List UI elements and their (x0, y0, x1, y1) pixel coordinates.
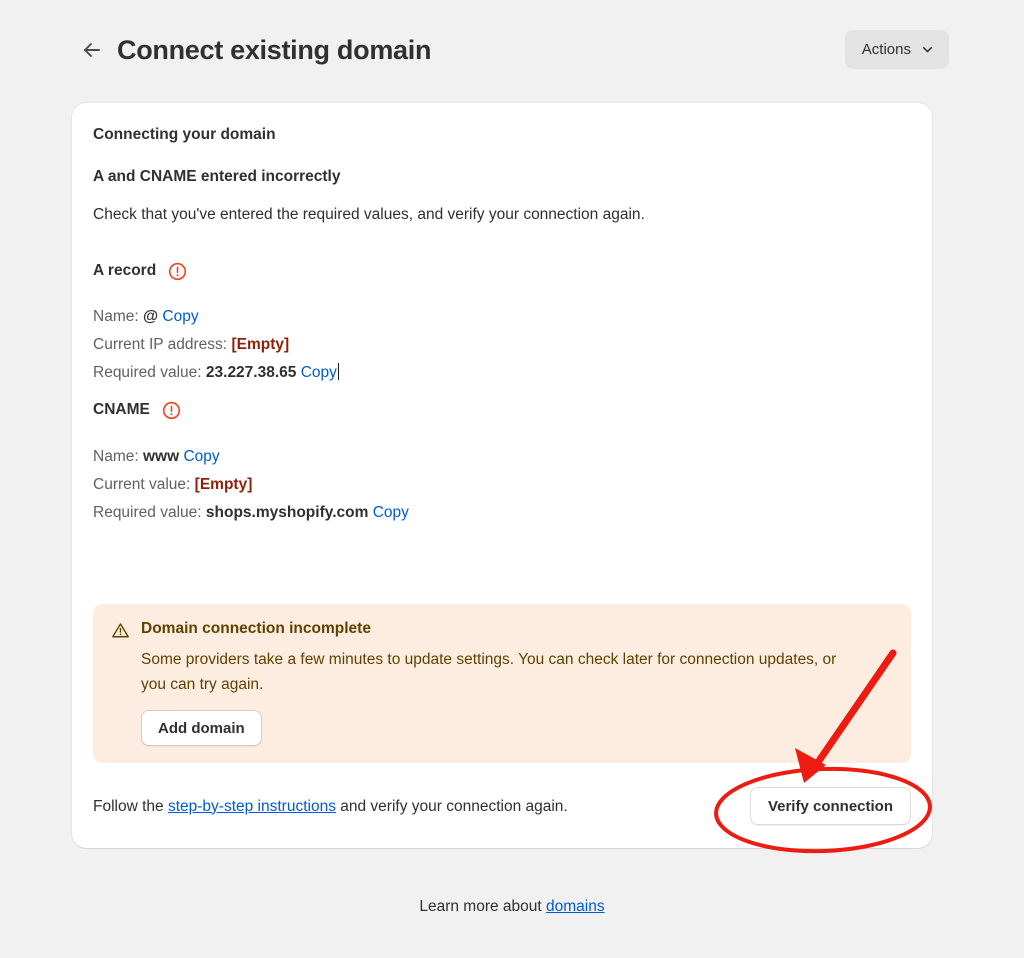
error-subtitle: A and CNAME entered incorrectly (93, 168, 341, 185)
record-line-label: Required value: (93, 504, 202, 521)
record-line-label: Name: (93, 308, 139, 325)
warning-text: Some providers take a few minutes to upd… (141, 651, 837, 693)
card-content: Connecting your domain A and CNAME enter… (72, 103, 932, 527)
cname-record-lines: Name: www Copy Current value: [Empty] Re… (93, 443, 904, 527)
record-line-value: @ (142, 308, 159, 325)
cname-record-heading: CNAME (93, 400, 904, 420)
footer-text-before: Follow the (93, 797, 168, 815)
actions-button-label: Actions (861, 41, 911, 58)
warning-title: Domain connection incomplete (141, 620, 371, 637)
record-line-value: [Empty] (194, 476, 253, 493)
domain-connection-card: Connecting your domain A and CNAME enter… (72, 103, 932, 848)
actions-button[interactable]: Actions (844, 30, 949, 69)
page-title: Connect existing domain (117, 35, 432, 65)
arrow-left-icon (80, 38, 104, 62)
text-caret (337, 363, 340, 380)
step-by-step-instructions-link[interactable]: step-by-step instructions (168, 798, 336, 815)
verify-connection-button[interactable]: Verify connection (749, 787, 911, 825)
record-line: Current value: [Empty] (93, 471, 904, 499)
back-button[interactable] (76, 34, 108, 66)
cname-record-label: CNAME (93, 401, 150, 418)
learn-more-text: Learn more about (419, 898, 547, 915)
error-circle-icon (162, 401, 181, 420)
copy-link[interactable]: Copy (373, 504, 409, 521)
record-line-value: shops.myshopify.com (205, 504, 369, 521)
error-circle-icon (168, 262, 187, 281)
follow-instructions-text: Follow the step-by-step instructions and… (93, 796, 568, 817)
a-record-heading: A record (93, 261, 904, 281)
copy-link[interactable]: Copy (162, 308, 198, 325)
add-domain-button[interactable]: Add domain (141, 710, 262, 746)
record-line-label: Name: (93, 448, 139, 465)
record-line: Required value: 23.227.38.65 Copy (93, 359, 904, 387)
page-footer: Learn more about domains (0, 898, 1024, 916)
record-line: Required value: shops.myshopify.com Copy (93, 499, 904, 527)
record-line-value: [Empty] (231, 336, 290, 353)
record-line: Name: @ Copy (93, 303, 904, 331)
record-line-label: Current IP address: (93, 336, 228, 353)
domains-link[interactable]: domains (546, 898, 605, 915)
warning-triangle-icon (111, 621, 130, 645)
record-line: Current IP address: [Empty] (93, 331, 904, 359)
error-description: Check that you've entered the required v… (93, 206, 645, 223)
record-line-label: Required value: (93, 364, 202, 381)
a-record-label: A record (93, 262, 157, 279)
record-line-value: www (142, 448, 180, 465)
record-line: Name: www Copy (93, 443, 904, 471)
copy-link[interactable]: Copy (183, 448, 219, 465)
warning-banner: Domain connection incomplete Some provid… (93, 604, 911, 763)
record-line-value: 23.227.38.65 (205, 364, 297, 381)
copy-link[interactable]: Copy (301, 364, 337, 381)
a-record-lines: Name: @ Copy Current IP address: [Empty]… (93, 303, 904, 387)
record-line-label: Current value: (93, 476, 191, 493)
footer-text-after: and verify your connection again. (335, 797, 568, 815)
section-title: Connecting your domain (93, 126, 276, 143)
chevron-down-icon (920, 42, 935, 57)
card-footer: Follow the step-by-step instructions and… (93, 781, 911, 831)
page-header: Connect existing domain Actions (0, 0, 1024, 100)
